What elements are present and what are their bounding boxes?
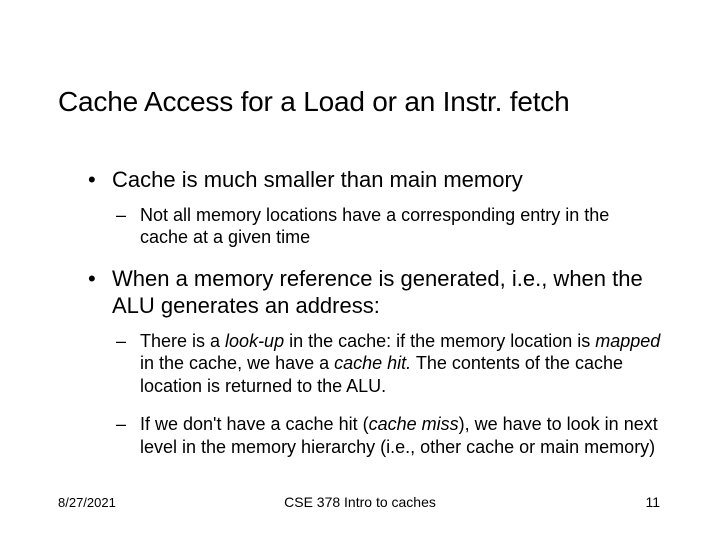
slide-body: Cache is much smaller than main memory N…: [0, 118, 720, 458]
mapped-term: mapped: [595, 331, 660, 351]
bullet-1-text: Cache is much smaller than main memory: [112, 167, 523, 192]
bullet-2-1-mid2: in the cache, we have a: [140, 353, 334, 373]
slide-title: Cache Access for a Load or an Instr. fet…: [0, 0, 720, 118]
bullet-2-1: There is a look-up in the cache: if the …: [116, 330, 662, 398]
bullet-2-2-pre: If we don't have a cache hit (: [140, 414, 369, 434]
bullet-2-1-pre: There is a: [140, 331, 225, 351]
bullet-1-1-text: Not all memory locations have a correspo…: [140, 205, 609, 248]
footer-date: 8/27/2021: [58, 495, 116, 510]
bullet-2-1-mid1: in the cache: if the memory location is: [284, 331, 595, 351]
bullet-1: Cache is much smaller than main memory: [88, 166, 662, 194]
footer-page: 11: [645, 494, 660, 510]
lookup-term: look-up: [225, 331, 284, 351]
cache-miss-term: cache miss: [369, 414, 459, 434]
footer-center: CSE 378 Intro to caches: [284, 494, 436, 510]
bullet-2: When a memory reference is generated, i.…: [88, 265, 662, 320]
cache-hit-term: cache hit.: [334, 353, 411, 373]
slide: Cache Access for a Load or an Instr. fet…: [0, 0, 720, 540]
bullet-2-2: If we don't have a cache hit (cache miss…: [116, 413, 662, 458]
bullet-1-1: Not all memory locations have a correspo…: [116, 204, 662, 249]
footer: 8/27/2021 CSE 378 Intro to caches 11: [0, 494, 720, 510]
bullet-2-text: When a memory reference is generated, i.…: [112, 266, 643, 319]
